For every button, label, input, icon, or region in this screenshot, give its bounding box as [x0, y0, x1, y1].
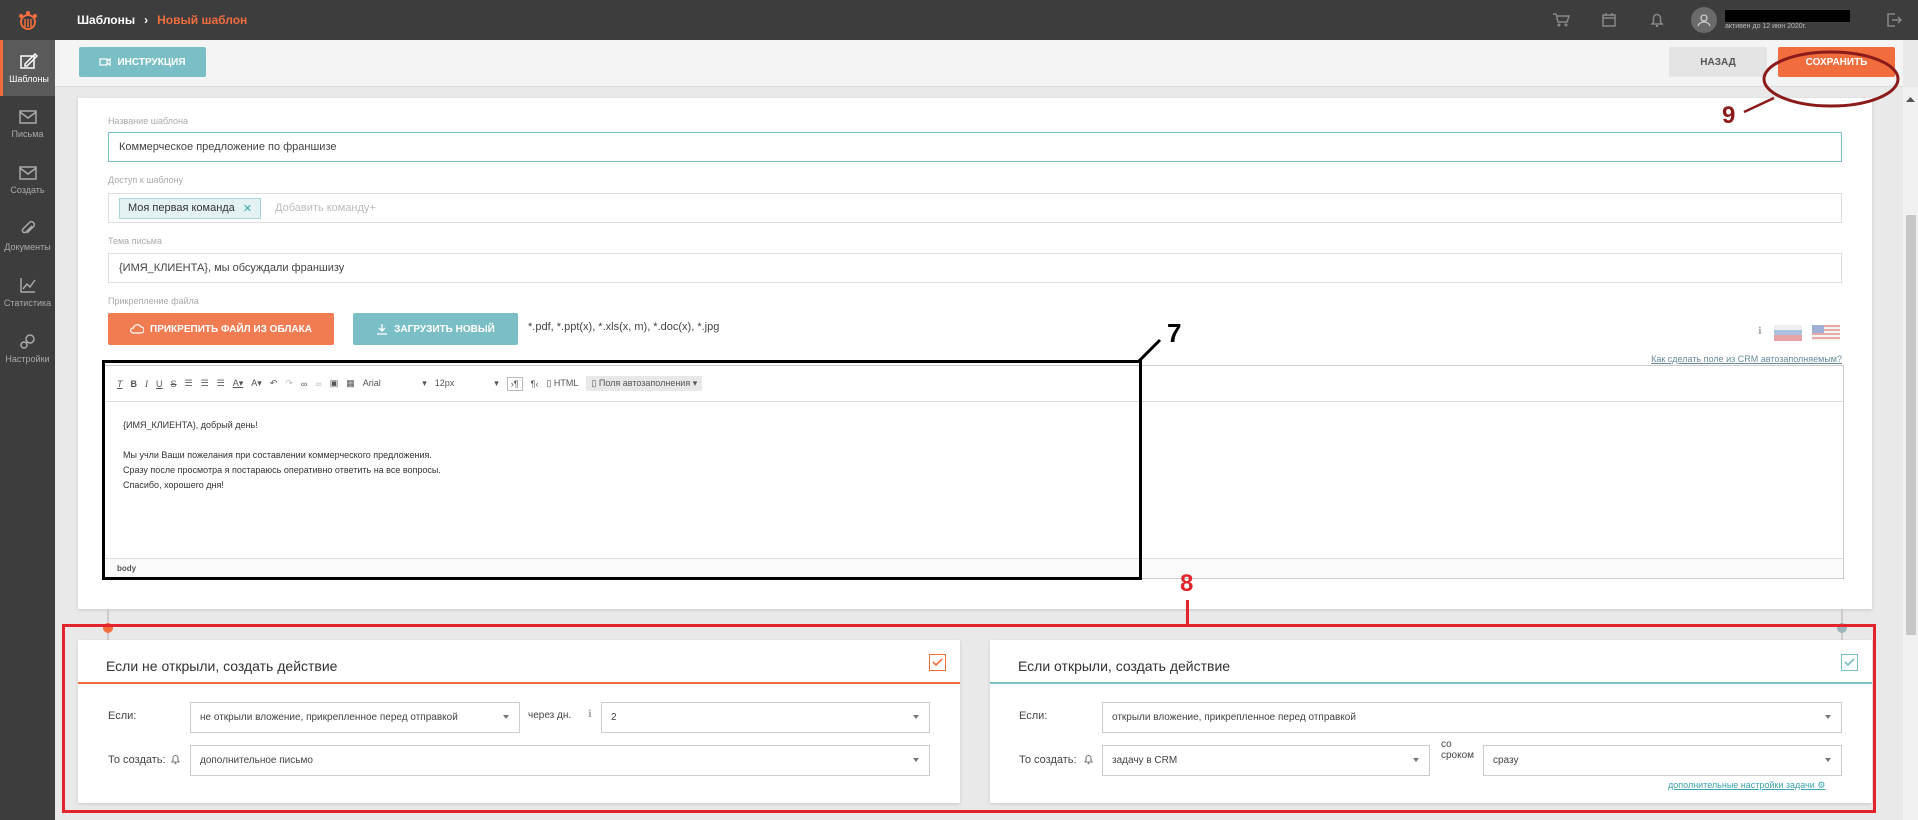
sidebar-item-mails[interactable]: Письма — [0, 96, 55, 152]
sidebar-item-label: Документы — [4, 242, 51, 252]
template-name-input[interactable]: Коммерческое предложение по франшизе — [108, 132, 1842, 162]
logout-button[interactable] — [1870, 0, 1918, 40]
upload-new-button[interactable]: ЗАГРУЗИТЬ НОВЫЙ — [353, 313, 518, 345]
scroll-up-icon — [1906, 97, 1915, 102]
bell-icon — [1650, 13, 1664, 28]
template-name-label: Название шаблона — [108, 116, 189, 126]
annotation-9: 9 — [1722, 102, 1736, 129]
access-team-chip-label: Моя первая команда — [128, 202, 235, 214]
cloud-icon — [130, 324, 145, 334]
back-button[interactable]: НАЗАД — [1669, 47, 1767, 77]
breadcrumb-separator-icon: › — [144, 13, 149, 27]
page-scrollbar[interactable] — [1903, 87, 1918, 820]
sidebar: Шаблоны Письма Создать Документы Статист… — [0, 40, 55, 820]
user-icon — [1697, 14, 1711, 27]
upload-new-label: ЗАГРУЗИТЬ НОВЫЙ — [394, 323, 495, 335]
sidebar-item-settings[interactable]: Настройки — [0, 320, 55, 376]
user-name-redacted — [1725, 10, 1850, 22]
subject-input[interactable]: {ИМЯ_КЛИЕНТА}, мы обсуждали франшизу — [108, 253, 1842, 283]
flag-us-icon[interactable] — [1812, 325, 1840, 341]
sidebar-item-create[interactable]: Создать — [0, 152, 55, 208]
paperclip-icon — [21, 220, 35, 234]
add-team-placeholder[interactable]: Добавить команду+ — [275, 202, 376, 214]
calendar-button[interactable] — [1585, 0, 1633, 40]
sidebar-item-label: Статистика — [3, 298, 52, 308]
annotation-box-8 — [62, 624, 1876, 813]
action-toolbar: ИНСТРУКЦИЯ НАЗАД СОХРАНИТЬ — [55, 40, 1903, 87]
annotation-box-7 — [102, 360, 1142, 580]
annotation-line-9 — [1743, 96, 1775, 114]
info-icon[interactable]: ℹ — [1758, 326, 1762, 337]
logo-icon — [18, 11, 37, 30]
avatar — [1691, 7, 1717, 33]
annotation-8: 8 — [1180, 570, 1194, 597]
sidebar-item-documents[interactable]: Документы — [0, 208, 55, 264]
logo[interactable] — [0, 0, 55, 40]
subject-label: Тема письма — [108, 236, 162, 246]
chart-icon — [19, 278, 36, 293]
attach-label: Прикрепление файла — [108, 296, 199, 306]
access-label: Доступ к шаблону — [108, 175, 184, 185]
attach-cloud-button[interactable]: ПРИКРЕПИТЬ ФАЙЛ ИЗ ОБЛАКА — [108, 313, 334, 345]
notifications-button[interactable] — [1633, 0, 1681, 40]
instructions-button[interactable]: ИНСТРУКЦИЯ — [79, 47, 206, 77]
user-info: активен до 12 июн 2020г. — [1725, 10, 1850, 30]
annotation-line-7 — [1136, 338, 1162, 364]
gears-icon — [19, 334, 35, 349]
calendar-icon — [1602, 13, 1616, 27]
sidebar-item-statistics[interactable]: Статистика — [0, 264, 55, 320]
video-icon — [99, 57, 112, 67]
sidebar-item-label: Письма — [11, 129, 44, 139]
annotation-ellipse-9 — [1762, 50, 1900, 108]
access-team-chip: Моя первая команда ✕ — [119, 197, 262, 219]
crm-autofill-link[interactable]: Как сделать поле из CRM автозаполняемым? — [1651, 354, 1842, 364]
breadcrumb-root[interactable]: Шаблоны — [77, 13, 135, 27]
remove-chip-icon[interactable]: ✕ — [243, 202, 252, 215]
instructions-label: ИНСТРУКЦИЯ — [117, 56, 186, 68]
allowed-formats: *.pdf, *.ppt(x), *.xls(x, m), *.doc(x), … — [528, 321, 720, 333]
mail-icon — [18, 110, 37, 124]
sidebar-item-templates[interactable]: Шаблоны — [0, 40, 55, 96]
annotation-7: 7 — [1167, 318, 1182, 348]
shop-button[interactable] — [1537, 0, 1585, 40]
sidebar-item-label: Создать — [10, 185, 45, 195]
scrollbar-thumb[interactable] — [1906, 215, 1916, 635]
access-input[interactable]: Моя первая команда ✕ Добавить команду+ — [108, 193, 1842, 223]
download-icon — [377, 324, 388, 335]
flag-ru-icon[interactable] — [1774, 325, 1802, 341]
annotation-line-8 — [1186, 600, 1189, 624]
user-menu[interactable]: активен до 12 июн 2020г. — [1691, 7, 1850, 33]
user-subscription: активен до 12 июн 2020г. — [1725, 23, 1807, 30]
logout-icon — [1887, 13, 1902, 27]
sidebar-item-label: Настройки — [5, 354, 50, 364]
shop-icon — [1553, 13, 1570, 27]
top-icons: активен до 12 июн 2020г. — [1537, 0, 1918, 40]
breadcrumb-current: Новый шаблон — [157, 13, 248, 27]
attach-cloud-label: ПРИКРЕПИТЬ ФАЙЛ ИЗ ОБЛАКА — [150, 323, 312, 335]
create-mail-icon — [18, 166, 37, 180]
templates-icon — [20, 52, 39, 69]
breadcrumb: Шаблоны › Новый шаблон — [77, 0, 247, 40]
sidebar-item-label: Шаблоны — [9, 74, 49, 84]
top-bar: Шаблоны › Новый шаблон активен до 12 июн… — [0, 0, 1918, 40]
